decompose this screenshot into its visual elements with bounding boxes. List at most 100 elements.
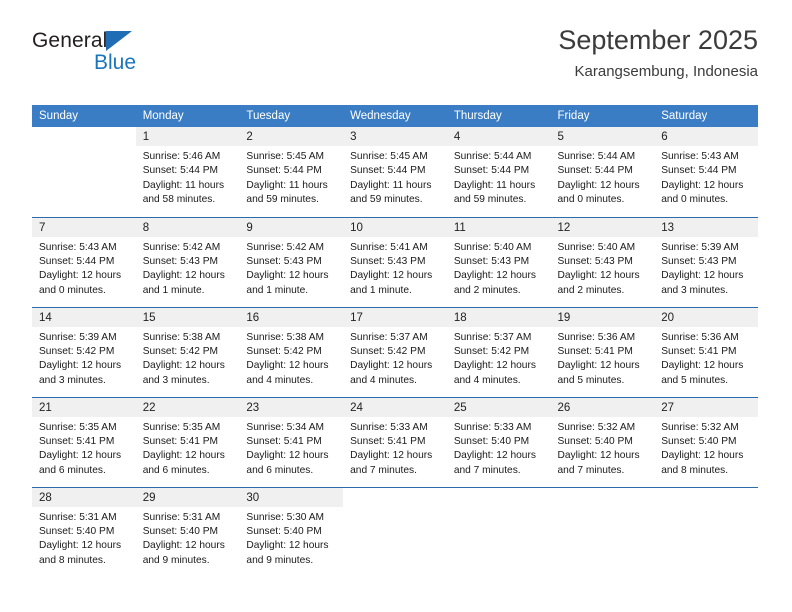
day-number: 15 bbox=[135, 307, 240, 327]
detail-sunrise: Sunrise: 5:32 AM bbox=[557, 421, 636, 433]
detail-sunrise: Sunrise: 5:38 AM bbox=[142, 331, 221, 343]
detail-sunrise: Sunrise: 5:40 AM bbox=[453, 241, 532, 253]
calendar-day-cell[interactable]: 27 Sunrise: 5:32 AM Sunset: 5:40 PM Dayligh… bbox=[654, 396, 758, 487]
calendar-day-cell[interactable]: 23 Sunrise: 5:34 AM Sunset: 5:41 PM Dayligh… bbox=[239, 396, 344, 487]
calendar-day-cell-empty bbox=[654, 486, 758, 577]
day-details: Sunrise: 5:33 AM Sunset: 5:40 PM Daylight:… bbox=[447, 417, 551, 479]
detail-sunset: Sunset: 5:43 PM bbox=[661, 255, 737, 267]
calendar-day-cell[interactable]: 11 Sunrise: 5:40 AM Sunset: 5:43 PM Dayligh… bbox=[446, 216, 551, 307]
calendar-day-cell[interactable]: 6 Sunrise: 5:43 AM Sunset: 5:44 PM Daylight… bbox=[654, 127, 758, 217]
detail-sunset: Sunset: 5:41 PM bbox=[557, 345, 633, 357]
detail-daylight1: Daylight: 11 hours bbox=[350, 179, 432, 191]
detail-sunset: Sunset: 5:44 PM bbox=[350, 165, 426, 177]
page-header: General Blue September 2025 Karangsembun… bbox=[32, 25, 758, 96]
detail-sunrise: Sunrise: 5:37 AM bbox=[453, 331, 532, 343]
detail-sunrise: Sunrise: 5:35 AM bbox=[39, 421, 117, 433]
calendar-day-cell[interactable]: 1 Sunrise: 5:46 AM Sunset: 5:44 PM Daylight… bbox=[135, 127, 240, 217]
calendar-day-cell[interactable]: 22 Sunrise: 5:35 AM Sunset: 5:41 PM Dayligh… bbox=[135, 396, 240, 487]
calendar-day-cell[interactable]: 7 Sunrise: 5:43 AM Sunset: 5:44 PM Daylight… bbox=[32, 216, 136, 307]
detail-sunrise: Sunrise: 5:45 AM bbox=[350, 151, 428, 162]
day-number: 3 bbox=[343, 127, 447, 146]
detail-daylight2: and 7 minutes. bbox=[557, 464, 625, 476]
calendar-day-cell[interactable]: 13 Sunrise: 5:39 AM Sunset: 5:43 PM Dayligh… bbox=[654, 216, 758, 307]
day-number: 25 bbox=[446, 397, 551, 417]
calendar-day-cell[interactable]: 2 Sunrise: 5:45 AM Sunset: 5:44 PM Daylight… bbox=[239, 127, 344, 217]
detail-daylight2: and 0 minutes. bbox=[39, 284, 106, 296]
calendar-day-cell[interactable]: 25 Sunrise: 5:33 AM Sunset: 5:40 PM Dayligh… bbox=[446, 396, 551, 487]
calendar-day-cell[interactable]: 17 Sunrise: 5:37 AM Sunset: 5:42 PM Dayligh… bbox=[343, 306, 447, 397]
detail-daylight1: Daylight: 11 hours bbox=[246, 179, 328, 191]
calendar-day-cell[interactable]: 20 Sunrise: 5:36 AM Sunset: 5:41 PM Dayligh… bbox=[654, 306, 758, 397]
day-number: 5 bbox=[550, 127, 655, 146]
calendar-day-cell[interactable]: 18 Sunrise: 5:37 AM Sunset: 5:42 PM Dayligh… bbox=[446, 306, 551, 397]
calendar-day-cell[interactable]: 15 Sunrise: 5:38 AM Sunset: 5:42 PM Dayligh… bbox=[135, 306, 240, 397]
detail-daylight2: and 5 minutes. bbox=[557, 374, 625, 386]
calendar-day-cell[interactable]: 21 Sunrise: 5:35 AM Sunset: 5:41 PM Dayligh… bbox=[32, 396, 136, 487]
calendar-day-cell[interactable]: 28 Sunrise: 5:31 AM Sunset: 5:40 PM Dayligh… bbox=[32, 486, 136, 577]
detail-sunrise: Sunrise: 5:36 AM bbox=[557, 331, 636, 343]
detail-daylight1: Daylight: 12 hours bbox=[39, 270, 122, 282]
weekday-header-friday: Friday bbox=[550, 105, 655, 127]
calendar-day-cell[interactable]: 10 Sunrise: 5:41 AM Sunset: 5:43 PM Dayligh… bbox=[343, 216, 447, 307]
detail-daylight1: Daylight: 12 hours bbox=[350, 360, 433, 372]
calendar-day-cell[interactable]: 3 Sunrise: 5:45 AM Sunset: 5:44 PM Daylight… bbox=[343, 127, 447, 217]
calendar-day-cell[interactable]: 5 Sunrise: 5:44 AM Sunset: 5:44 PM Daylight… bbox=[550, 127, 655, 217]
detail-daylight2: and 59 minutes. bbox=[246, 194, 319, 206]
weekday-header-tuesday: Tuesday bbox=[239, 105, 344, 127]
day-number: 4 bbox=[446, 127, 551, 146]
calendar-day-cell[interactable]: 19 Sunrise: 5:36 AM Sunset: 5:41 PM Dayligh… bbox=[550, 306, 655, 397]
calendar-day-cell[interactable]: 29 Sunrise: 5:31 AM Sunset: 5:40 PM Dayligh… bbox=[135, 486, 240, 577]
detail-sunset: Sunset: 5:43 PM bbox=[557, 255, 633, 267]
day-number: 18 bbox=[446, 307, 551, 327]
general-blue-logo: General Blue bbox=[32, 30, 212, 90]
detail-daylight2: and 7 minutes. bbox=[453, 464, 521, 476]
calendar-day-cell[interactable]: 16 Sunrise: 5:38 AM Sunset: 5:42 PM Dayligh… bbox=[239, 306, 344, 397]
day-details: Sunrise: 5:46 AM Sunset: 5:44 PM Daylight:… bbox=[136, 146, 240, 208]
detail-sunrise: Sunrise: 5:46 AM bbox=[142, 151, 221, 162]
detail-daylight1: Daylight: 12 hours bbox=[661, 270, 744, 282]
detail-daylight2: and 0 minutes. bbox=[661, 194, 729, 206]
detail-daylight1: Daylight: 11 hours bbox=[453, 179, 536, 191]
calendar-day-cell[interactable]: 12 Sunrise: 5:40 AM Sunset: 5:43 PM Dayligh… bbox=[550, 216, 655, 307]
calendar-day-cell-empty bbox=[343, 486, 447, 577]
detail-daylight1: Daylight: 12 hours bbox=[246, 450, 329, 462]
detail-daylight1: Daylight: 12 hours bbox=[246, 540, 329, 552]
detail-daylight2: and 6 minutes. bbox=[39, 464, 106, 476]
day-details: Sunrise: 5:36 AM Sunset: 5:41 PM Daylight:… bbox=[654, 327, 758, 389]
calendar-day-cell[interactable]: 24 Sunrise: 5:33 AM Sunset: 5:41 PM Dayligh… bbox=[343, 396, 447, 487]
day-number: 9 bbox=[239, 217, 344, 237]
day-number bbox=[654, 487, 758, 507]
calendar-day-cell[interactable]: 4 Sunrise: 5:44 AM Sunset: 5:44 PM Daylight… bbox=[446, 127, 551, 217]
calendar-page: General Blue September 2025 Karangsembun… bbox=[0, 0, 792, 612]
calendar-day-cell[interactable]: 9 Sunrise: 5:42 AM Sunset: 5:43 PM Daylight… bbox=[239, 216, 344, 307]
day-number: 24 bbox=[343, 397, 447, 417]
detail-daylight2: and 9 minutes. bbox=[246, 554, 314, 566]
detail-sunset: Sunset: 5:40 PM bbox=[453, 435, 530, 447]
detail-daylight2: and 0 minutes. bbox=[557, 194, 625, 206]
calendar-day-cell[interactable]: 8 Sunrise: 5:42 AM Sunset: 5:43 PM Daylight… bbox=[135, 216, 240, 307]
day-details: Sunrise: 5:40 AM Sunset: 5:43 PM Daylight:… bbox=[447, 237, 551, 299]
detail-daylight2: and 6 minutes. bbox=[246, 464, 314, 476]
calendar-grid: Sunday Monday Tuesday Wednesday Thursday Frid… bbox=[32, 105, 758, 577]
day-details: Sunrise: 5:36 AM Sunset: 5:41 PM Daylight:… bbox=[551, 327, 655, 389]
calendar-day-cell[interactable]: 26 Sunrise: 5:32 AM Sunset: 5:40 PM Dayligh… bbox=[550, 396, 655, 487]
day-number: 30 bbox=[239, 487, 344, 507]
day-details: Sunrise: 5:31 AM Sunset: 5:40 PM Daylight:… bbox=[32, 507, 136, 569]
detail-daylight1: Daylight: 12 hours bbox=[142, 450, 225, 462]
detail-daylight2: and 9 minutes. bbox=[142, 554, 210, 566]
calendar-header-row: Sunday Monday Tuesday Wednesday Thursday Frid… bbox=[32, 105, 758, 127]
calendar-day-cell[interactable]: 30 Sunrise: 5:30 AM Sunset: 5:40 PM Dayligh… bbox=[239, 486, 344, 577]
title-block: September 2025 Karangsembung, Indonesia bbox=[558, 25, 758, 80]
day-number: 22 bbox=[135, 397, 240, 417]
detail-sunrise: Sunrise: 5:43 AM bbox=[661, 151, 739, 162]
detail-daylight2: and 4 minutes. bbox=[246, 374, 314, 386]
day-details: Sunrise: 5:39 AM Sunset: 5:43 PM Daylight:… bbox=[654, 237, 758, 299]
calendar-day-cell[interactable]: 14 Sunrise: 5:39 AM Sunset: 5:42 PM Dayligh… bbox=[32, 306, 136, 397]
day-details: Sunrise: 5:35 AM Sunset: 5:41 PM Daylight:… bbox=[32, 417, 136, 479]
detail-daylight2: and 4 minutes. bbox=[350, 374, 417, 386]
day-details: Sunrise: 5:39 AM Sunset: 5:42 PM Daylight:… bbox=[32, 327, 136, 389]
day-details: Sunrise: 5:31 AM Sunset: 5:40 PM Daylight:… bbox=[136, 507, 240, 569]
detail-sunset: Sunset: 5:44 PM bbox=[142, 165, 219, 177]
detail-sunset: Sunset: 5:42 PM bbox=[142, 345, 219, 357]
day-details: Sunrise: 5:44 AM Sunset: 5:44 PM Daylight:… bbox=[447, 146, 551, 208]
